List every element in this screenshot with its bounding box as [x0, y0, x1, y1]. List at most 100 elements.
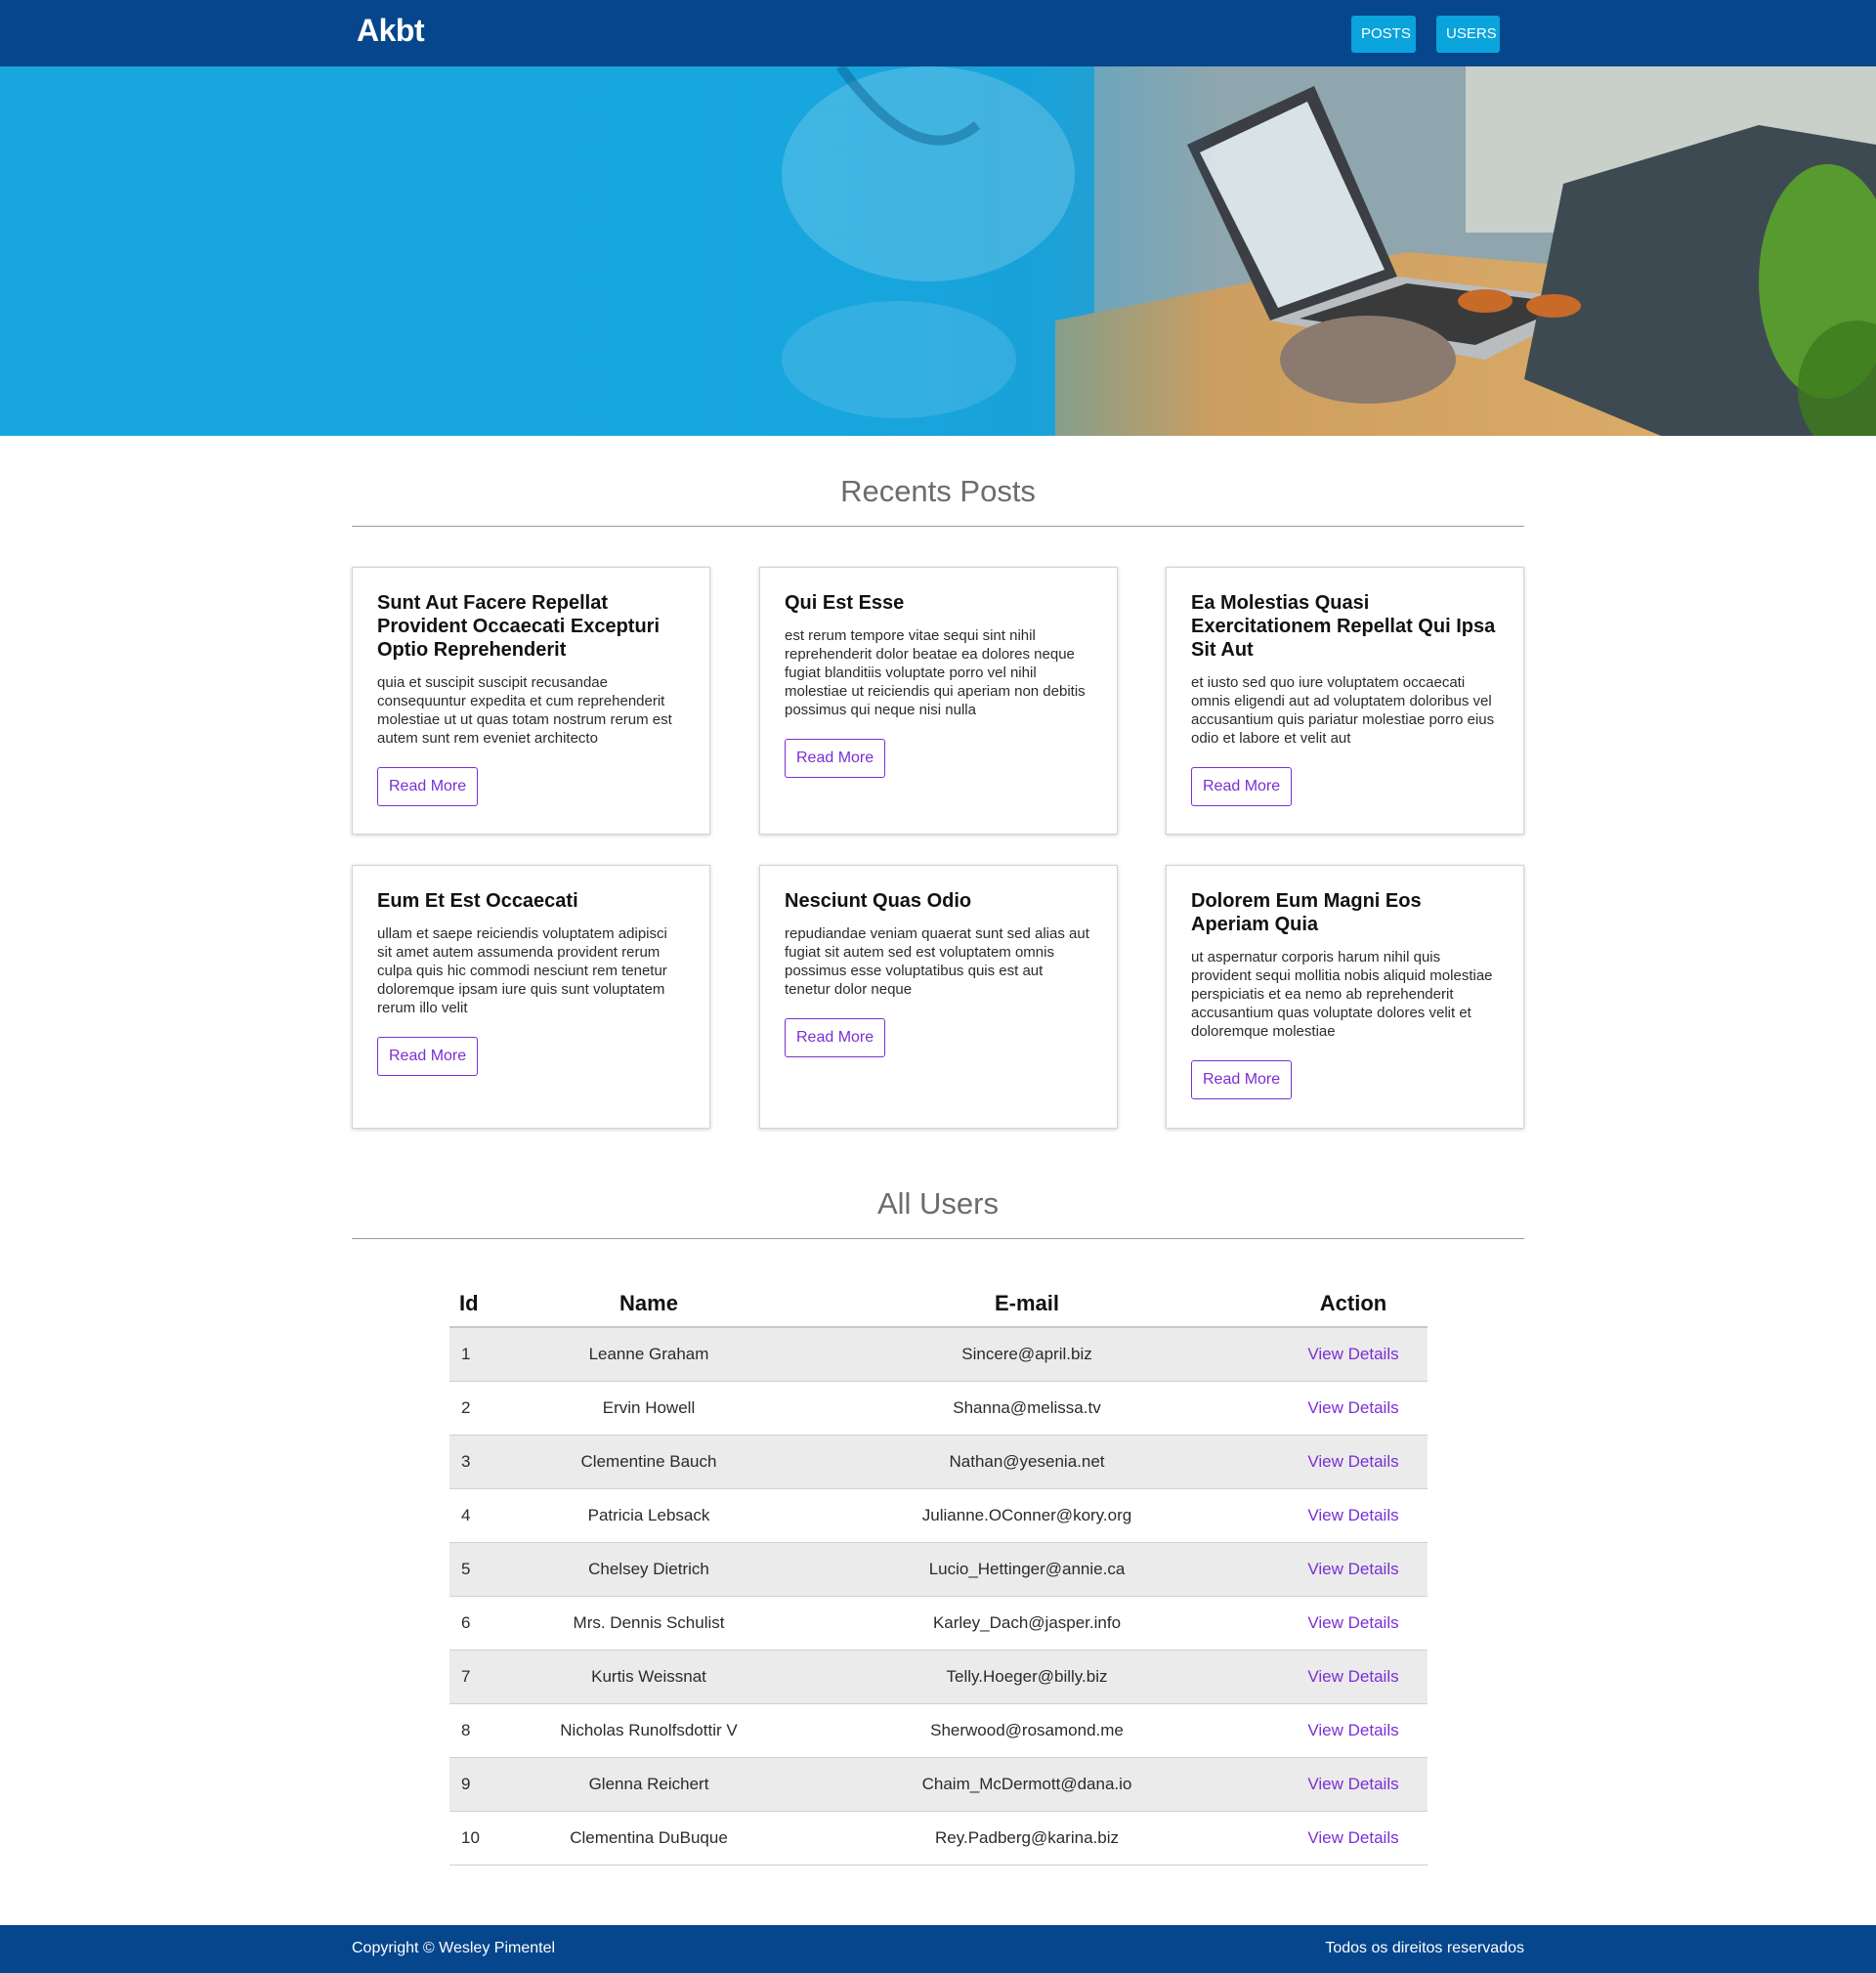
post-card: Qui Est Esse est rerum tempore vitae sequ…: [759, 567, 1118, 835]
cell-name: Ervin Howell: [523, 1381, 775, 1436]
cell-name: Mrs. Dennis Schulist: [523, 1596, 775, 1651]
post-excerpt: quia et suscipit suscipit recusandae con…: [377, 674, 672, 747]
column-header-action: Action: [1279, 1280, 1428, 1328]
table-body: 1 Leanne Graham Sincere@april.biz View Deta…: [449, 1327, 1428, 1866]
hero-banner-image: [0, 66, 1876, 436]
table-row: 7 Kurtis Weissnat Telly.Hoeger@billy.biz Vi…: [449, 1650, 1428, 1704]
table-row: 1 Leanne Graham Sincere@april.biz View Deta…: [449, 1327, 1428, 1382]
table-row: 4 Patricia Lebsack Julianne.OConner@kory.o…: [449, 1488, 1428, 1543]
users-table: Id Name E-mail Action 1 Leanne Graham Sinc…: [449, 1280, 1428, 1866]
cell-action: View Details: [1279, 1435, 1428, 1489]
view-details-link[interactable]: View Details: [1307, 1828, 1398, 1847]
cell-action: View Details: [1279, 1327, 1428, 1382]
footer: Copyright © Wesley Pimentel Todos os dir…: [0, 1925, 1876, 1973]
read-more-button[interactable]: Read More: [377, 767, 479, 806]
cell-email: Sherwood@rosamond.me: [775, 1703, 1279, 1758]
cell-name: Glenna Reichert: [523, 1757, 775, 1812]
cell-email: Telly.Hoeger@billy.biz: [775, 1650, 1279, 1704]
cell-email: Nathan@yesenia.net: [775, 1435, 1279, 1489]
cell-action: View Details: [1279, 1811, 1428, 1866]
table-row: 6 Mrs. Dennis Schulist Karley_Dach@jasper.…: [449, 1596, 1428, 1651]
read-more-button[interactable]: Read More: [1191, 1060, 1293, 1099]
cell-id: 6: [449, 1596, 523, 1651]
cell-action: View Details: [1279, 1703, 1428, 1758]
post-card: Dolorem Eum Magni Eos Aperiam Quia ut asp…: [1166, 865, 1524, 1129]
cell-action: View Details: [1279, 1542, 1428, 1597]
cell-id: 3: [449, 1435, 523, 1489]
cell-id: 5: [449, 1542, 523, 1597]
cell-action: View Details: [1279, 1757, 1428, 1812]
post-title: Sunt Aut Facere Repellat Provident Occae…: [377, 592, 661, 661]
cell-id: 9: [449, 1757, 523, 1812]
cell-email: Rey.Padberg@karina.biz: [775, 1811, 1279, 1866]
cell-id: 2: [449, 1381, 523, 1436]
post-excerpt: ut aspernatur corporis harum nihil quis …: [1191, 949, 1493, 1040]
cell-email: Karley_Dach@jasper.info: [775, 1596, 1279, 1651]
view-details-link[interactable]: View Details: [1307, 1452, 1398, 1471]
all-users-heading: All Users: [876, 1186, 999, 1221]
read-more-button[interactable]: Read More: [377, 1037, 479, 1076]
table-row: 2 Ervin Howell Shanna@melissa.tv View Detai…: [449, 1381, 1428, 1436]
read-more-button[interactable]: Read More: [1191, 767, 1293, 806]
cell-action: View Details: [1279, 1381, 1428, 1436]
table-row: 9 Glenna Reichert Chaim_McDermott@dana.io V…: [449, 1757, 1428, 1812]
footer-copyright: Copyright © Wesley Pimentel: [352, 1940, 556, 1956]
cell-action: View Details: [1279, 1650, 1428, 1704]
cell-name: Chelsey Dietrich: [523, 1542, 775, 1597]
post-card: Ea Molestias Quasi Exercitationem Repell…: [1166, 567, 1524, 835]
recent-posts-heading: Recents Posts: [840, 474, 1036, 508]
view-details-link[interactable]: View Details: [1307, 1398, 1398, 1417]
cell-email: Sincere@april.biz: [775, 1327, 1279, 1382]
read-more-button[interactable]: Read More: [785, 739, 886, 778]
table-header-row: Id Name E-mail Action: [449, 1280, 1428, 1328]
view-details-link[interactable]: View Details: [1307, 1613, 1398, 1632]
top-navbar: Akbt POSTS USERS: [0, 0, 1876, 66]
post-title: Nesciunt Quas Odio: [785, 890, 972, 912]
cell-id: 10: [449, 1811, 523, 1866]
section-divider: [352, 526, 1524, 527]
table-row: 5 Chelsey Dietrich Lucio_Hettinger@annie.c…: [449, 1542, 1428, 1597]
hero-photo-illustration: [0, 66, 1876, 436]
cell-name: Kurtis Weissnat: [523, 1650, 775, 1704]
cell-action: View Details: [1279, 1596, 1428, 1651]
cell-email: Lucio_Hettinger@annie.ca: [775, 1542, 1279, 1597]
cell-name: Leanne Graham: [523, 1327, 775, 1382]
table-row: 8 Nicholas Runolfsdottir V Sherwood@rosamo…: [449, 1703, 1428, 1758]
cell-email: Julianne.OConner@kory.org: [775, 1488, 1279, 1543]
post-card: Sunt Aut Facere Repellat Provident Occae…: [352, 567, 710, 835]
brand-logo[interactable]: Akbt: [357, 13, 425, 49]
post-excerpt: repudiandae veniam quaerat sunt sed alia…: [785, 925, 1089, 998]
cell-email: Chaim_McDermott@dana.io: [775, 1757, 1279, 1812]
post-title: Qui Est Esse: [785, 592, 905, 614]
post-title: Ea Molestias Quasi Exercitationem Repell…: [1191, 592, 1496, 661]
table-row: 10 Clementina DuBuque Rey.Padberg@karina.b…: [449, 1811, 1428, 1866]
section-divider: [352, 1238, 1524, 1239]
cell-action: View Details: [1279, 1488, 1428, 1543]
cell-id: 7: [449, 1650, 523, 1704]
column-header-id: Id: [449, 1280, 523, 1328]
read-more-button[interactable]: Read More: [785, 1018, 886, 1057]
nav-users-button[interactable]: USERS: [1436, 16, 1500, 53]
column-header-email: E-mail: [775, 1280, 1279, 1328]
post-title: Eum Et Est Occaecati: [377, 890, 578, 912]
cell-name: Clementine Bauch: [523, 1435, 775, 1489]
post-excerpt: et iusto sed quo iure voluptatem occaeca…: [1191, 674, 1495, 747]
cell-name: Nicholas Runolfsdottir V: [523, 1703, 775, 1758]
post-excerpt: est rerum tempore vitae sequi sint nihil…: [785, 627, 1086, 718]
view-details-link[interactable]: View Details: [1307, 1721, 1398, 1739]
table-row: 3 Clementine Bauch Nathan@yesenia.net View …: [449, 1435, 1428, 1489]
view-details-link[interactable]: View Details: [1307, 1506, 1398, 1524]
view-details-link[interactable]: View Details: [1307, 1667, 1398, 1686]
post-excerpt: ullam et saepe reiciendis voluptatem adi…: [377, 925, 667, 1016]
view-details-link[interactable]: View Details: [1307, 1345, 1398, 1363]
cell-id: 4: [449, 1488, 523, 1543]
cell-name: Clementina DuBuque: [523, 1811, 775, 1866]
view-details-link[interactable]: View Details: [1307, 1775, 1398, 1793]
footer-rights-text: Todos os direitos reservados: [1325, 1940, 1524, 1956]
cell-email: Shanna@melissa.tv: [775, 1381, 1279, 1436]
nav-posts-button[interactable]: POSTS: [1351, 16, 1416, 53]
post-card: Nesciunt Quas Odio repudiandae veniam qua…: [759, 865, 1118, 1129]
post-title: Dolorem Eum Magni Eos Aperiam Quia: [1191, 890, 1422, 935]
cell-name: Patricia Lebsack: [523, 1488, 775, 1543]
view-details-link[interactable]: View Details: [1307, 1560, 1398, 1578]
